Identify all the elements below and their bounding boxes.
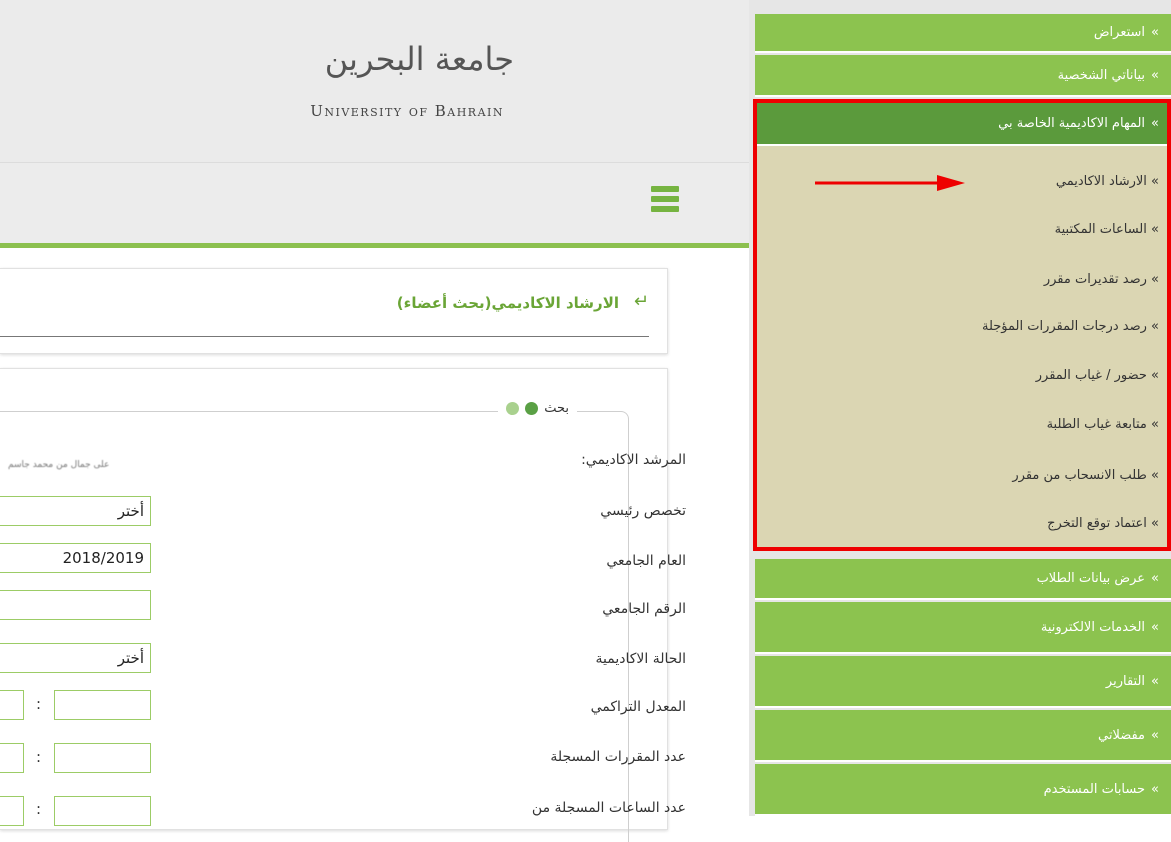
- submenu-item-graduation-approval[interactable]: » اعتماد توقع التخرج: [755, 516, 1159, 531]
- sidebar-item-personal-data[interactable]: » بياناتي الشخصية: [755, 55, 1171, 97]
- chevron-icon: »: [1151, 468, 1159, 483]
- courses-to-input[interactable]: [54, 743, 151, 773]
- return-arrow-icon: ↵: [633, 291, 649, 312]
- chevron-icon: »: [1151, 781, 1159, 797]
- gpa-label: المعدل التراكمي: [590, 699, 686, 715]
- chevron-icon: »: [1151, 727, 1159, 743]
- chevron-icon: »: [1151, 25, 1159, 40]
- sidebar-item-favorites[interactable]: » مفضلاتي: [755, 710, 1171, 762]
- chevron-icon: »: [1151, 673, 1159, 689]
- sidebar-item-user-accounts[interactable]: » حسابات المستخدم: [755, 764, 1171, 816]
- university-name-english: University of Bahrain: [310, 102, 504, 120]
- courses-count-label: عدد المقررات المسجلة: [550, 749, 686, 765]
- sidebar-menu: » استعراض » بياناتي الشخصية » المهام الا…: [749, 0, 1171, 816]
- page-title: الارشاد الاكاديمي(بحث أعضاء): [396, 294, 619, 312]
- main-content: جامعة البحرين University of Bahrain ↵ ال…: [0, 0, 749, 842]
- student-id-label: الرقم الجامعي: [602, 601, 686, 617]
- gpa-from-input[interactable]: [0, 690, 24, 720]
- sidebar-item-student-data[interactable]: » عرض بيانات الطلاب: [755, 559, 1171, 600]
- chevron-icon: »: [1151, 417, 1159, 432]
- advisor-value: على جمال من محمد جاسم: [8, 460, 110, 470]
- major-select-value: أختر: [117, 502, 144, 520]
- search-fieldset: [0, 411, 629, 842]
- search-legend: بحث: [498, 401, 577, 416]
- submenu-item-grade-entry[interactable]: » رصد تقديرات مقرر: [755, 272, 1159, 287]
- chevron-icon: »: [1151, 619, 1159, 635]
- page-title-card: ↵ الارشاد الاكاديمي(بحث أعضاء): [0, 268, 668, 354]
- university-header: جامعة البحرين University of Bahrain: [0, 0, 749, 163]
- chevron-icon: »: [1151, 67, 1159, 83]
- academic-tasks-submenu: » الارشاد الاكاديمي » الساعات المكتبية »…: [755, 146, 1171, 550]
- hours-count-label: عدد الساعات المسجلة من: [531, 800, 686, 816]
- advisor-label: المرشد الاكاديمي:: [581, 452, 686, 468]
- chevron-icon: »: [1151, 516, 1159, 531]
- search-legend-text: بحث: [544, 401, 569, 416]
- chevron-icon: »: [1151, 272, 1159, 287]
- submenu-item-course-withdrawal[interactable]: » طلب الانسحاب من مقرر: [755, 468, 1159, 483]
- chevron-icon: »: [1151, 368, 1159, 383]
- student-id-input[interactable]: [0, 590, 151, 620]
- hours-range-separator: :: [36, 800, 42, 818]
- sidebar-item-browse[interactable]: » استعراض: [755, 14, 1171, 53]
- legend-dot-icon: [506, 402, 520, 415]
- chevron-icon: »: [1151, 319, 1159, 334]
- academic-year-label: العام الجامعي: [606, 553, 686, 569]
- academic-year-select[interactable]: 2018/2019: [0, 543, 151, 573]
- hours-to-input[interactable]: [54, 796, 151, 826]
- title-underline: [0, 336, 649, 337]
- courses-from-input[interactable]: [0, 743, 24, 773]
- chevron-icon: »: [1151, 174, 1159, 189]
- legend-dot-icon: [525, 402, 539, 415]
- red-arrow-icon: [815, 175, 965, 191]
- academic-status-select[interactable]: أختر: [0, 643, 151, 673]
- top-navbar: [0, 163, 749, 248]
- gpa-range-separator: :: [36, 695, 42, 713]
- sidebar-item-e-services[interactable]: » الخدمات الالكترونية: [755, 602, 1171, 654]
- academic-status-label: الحالة الاكاديمية: [595, 651, 686, 667]
- sidebar-item-reports[interactable]: » التقارير: [755, 656, 1171, 708]
- major-select[interactable]: أختر: [0, 496, 151, 526]
- gpa-to-input[interactable]: [54, 690, 151, 720]
- chevron-icon: »: [1151, 116, 1159, 131]
- academic-status-value: أختر: [117, 649, 144, 667]
- courses-range-separator: :: [36, 748, 42, 766]
- major-label: تخصص رئيسي: [600, 503, 686, 519]
- sidebar-item-academic-tasks[interactable]: » المهام الاكاديمية الخاصة بي: [755, 103, 1171, 146]
- chevron-icon: »: [1151, 222, 1159, 237]
- submenu-item-office-hours[interactable]: » الساعات المكتبية: [755, 222, 1159, 237]
- submenu-item-absence-followup[interactable]: » متابعة غياب الطلبة: [755, 417, 1159, 432]
- chevron-icon: »: [1151, 571, 1159, 586]
- submenu-item-attendance[interactable]: » حضور / غياب المقرر: [755, 368, 1159, 383]
- academic-year-value: 2018/2019: [62, 549, 144, 567]
- university-name-arabic: جامعة البحرين: [324, 40, 514, 78]
- hours-from-input[interactable]: [0, 796, 24, 826]
- menu-toggle-icon[interactable]: [651, 186, 679, 212]
- submenu-item-deferred-grades[interactable]: » رصد درجات المقررات المؤجلة: [755, 319, 1159, 334]
